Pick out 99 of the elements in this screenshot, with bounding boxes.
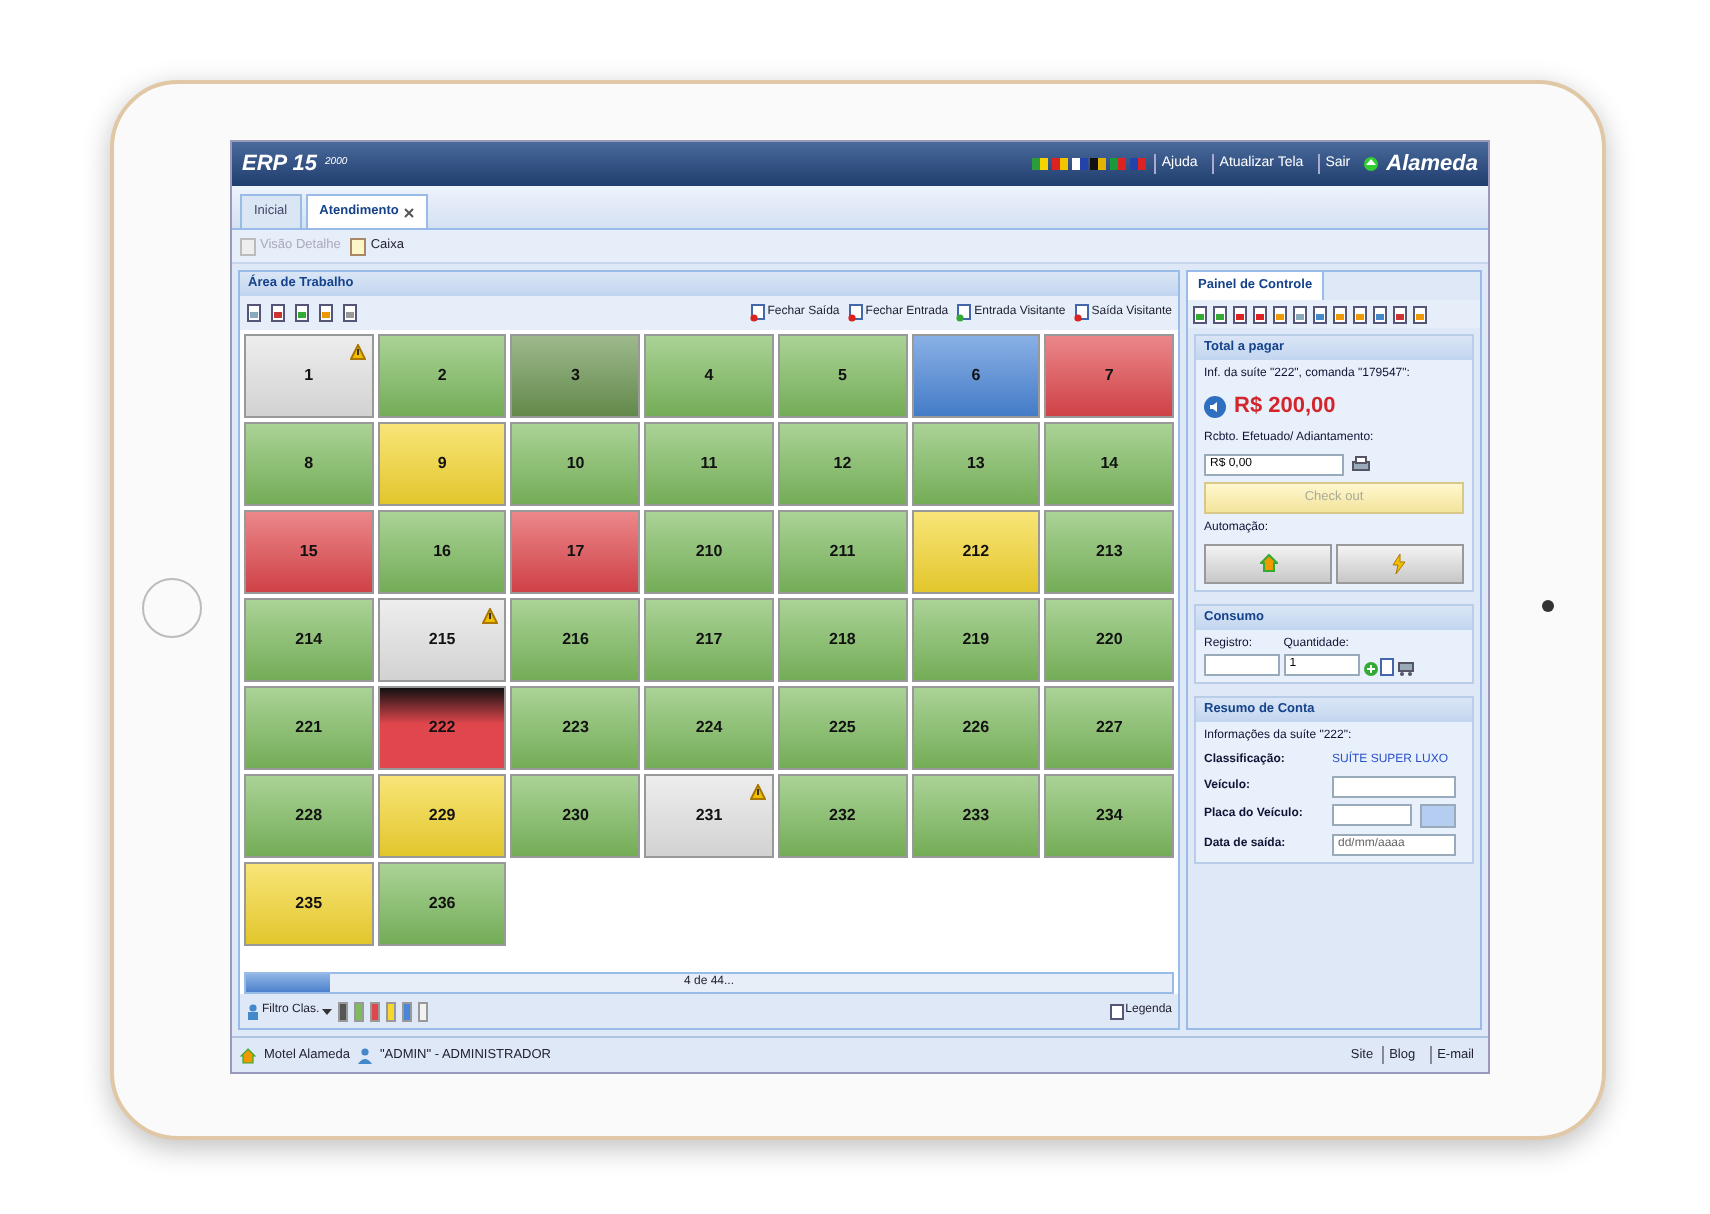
document-icon[interactable] [270,304,286,322]
document-icon [1073,304,1090,322]
room-tile[interactable]: 8 [244,422,374,506]
document-icon[interactable] [1380,657,1395,675]
room-tile[interactable]: 228 [244,774,374,858]
input-field[interactable] [1332,804,1412,826]
room-tile[interactable]: 13 [911,422,1041,506]
document-icon [240,237,256,255]
document-icon [847,304,864,322]
room-tile[interactable]: 4 [644,334,774,418]
document-icon [956,304,973,322]
flag-icon[interactable] [1071,158,1088,170]
room-tile[interactable]: 214 [244,598,374,682]
app-title: ERP 15 [242,149,318,180]
room-tile[interactable]: 224 [644,686,774,770]
document-icon[interactable] [1252,305,1268,323]
room-tile[interactable]: 235 [244,862,374,946]
registro-field[interactable] [1204,653,1280,675]
room-tile[interactable]: 216 [510,598,641,682]
room-tile[interactable]: 232 [777,774,908,858]
document-icon[interactable] [1272,305,1288,323]
document-icon [350,237,367,255]
room-tile[interactable]: 222 [377,686,507,770]
color-swatch[interactable] [353,1001,364,1021]
color-swatch[interactable] [417,1001,428,1021]
lightning-icon [1392,553,1407,573]
document-icon[interactable] [1212,305,1228,323]
room-tile[interactable]: 225 [777,686,908,770]
room-tile[interactable]: 223 [510,686,641,770]
add-icon[interactable] [1363,661,1377,675]
house-icon [240,1047,256,1063]
document-icon[interactable] [342,304,358,322]
document-icon[interactable] [1312,305,1328,323]
room-tile[interactable]: 11 [644,422,774,506]
room-tile[interactable]: 17 [510,510,641,594]
user-icon [358,1047,372,1063]
flag-icon[interactable] [1032,158,1049,170]
document-icon[interactable] [1372,305,1388,323]
room-tile[interactable]: 220 [1044,598,1174,682]
document-icon [1109,1003,1124,1019]
room-tile[interactable]: 12 [777,422,908,506]
room-tile[interactable]: 14 [1044,422,1174,506]
room-tile[interactable]: 215 [377,598,507,682]
room-tile[interactable]: 1 [244,334,374,418]
color-swatch[interactable] [385,1001,396,1021]
user-icon [246,1003,260,1019]
room-tile[interactable]: 9 [377,422,507,506]
camera-dot [1542,600,1554,612]
room-tile[interactable]: 233 [911,774,1041,858]
document-icon[interactable] [1392,305,1408,323]
document-icon[interactable] [246,304,262,322]
printer-icon[interactable] [1352,456,1370,472]
cart-icon[interactable] [1398,661,1414,675]
room-tile[interactable]: 229 [377,774,507,858]
document-icon[interactable] [1232,305,1248,323]
total-amount: R$ 200,00 [1234,392,1336,422]
room-tile[interactable]: 234 [1044,774,1174,858]
document-icon[interactable] [1412,305,1428,323]
color-swatch[interactable] [337,1001,348,1021]
room-tile[interactable]: 6 [911,334,1041,418]
document-icon [749,304,766,322]
room-tile[interactable]: 219 [911,598,1041,682]
room-tile[interactable]: 7 [1044,334,1174,418]
document-icon[interactable] [1352,305,1368,323]
input-field[interactable] [1332,775,1456,797]
room-tile[interactable]: 218 [777,598,908,682]
room-tile[interactable]: 236 [377,862,507,946]
room-tile[interactable]: 5 [777,334,908,418]
room-tile[interactable]: 231 [644,774,774,858]
color-swatch[interactable] [369,1001,380,1021]
caret-icon[interactable] [321,1007,332,1015]
room-tile[interactable]: 217 [644,598,774,682]
room-tile[interactable]: 10 [510,422,641,506]
house-icon [1259,554,1278,572]
room-tile[interactable]: 226 [911,686,1041,770]
room-tile[interactable]: 221 [244,686,374,770]
room-tile[interactable]: 16 [377,510,507,594]
room-tile[interactable]: 210 [644,510,774,594]
document-icon[interactable] [294,304,310,322]
automation-button[interactable] [1204,543,1333,583]
automation-button[interactable] [1335,543,1464,583]
flag-icon[interactable] [1090,158,1107,170]
room-tile[interactable]: 15 [244,510,374,594]
room-tile[interactable]: 3 [510,334,641,418]
room-tile[interactable]: 213 [1044,510,1174,594]
room-tile[interactable]: 227 [1044,686,1174,770]
color-swatch[interactable] [401,1001,412,1021]
document-icon[interactable] [1192,305,1208,323]
document-icon[interactable] [1332,305,1348,323]
speaker-icon[interactable] [1204,395,1226,418]
close-icon[interactable] [404,207,415,217]
room-tile[interactable]: 2 [377,334,507,418]
document-icon[interactable] [318,304,334,322]
room-tile[interactable]: 211 [777,510,908,594]
flag-icon[interactable] [1051,158,1068,170]
document-icon[interactable] [1292,305,1308,323]
room-tile[interactable]: 212 [911,510,1041,594]
room-tile[interactable]: 230 [510,774,641,858]
logo-text: Alameda [1386,149,1478,180]
